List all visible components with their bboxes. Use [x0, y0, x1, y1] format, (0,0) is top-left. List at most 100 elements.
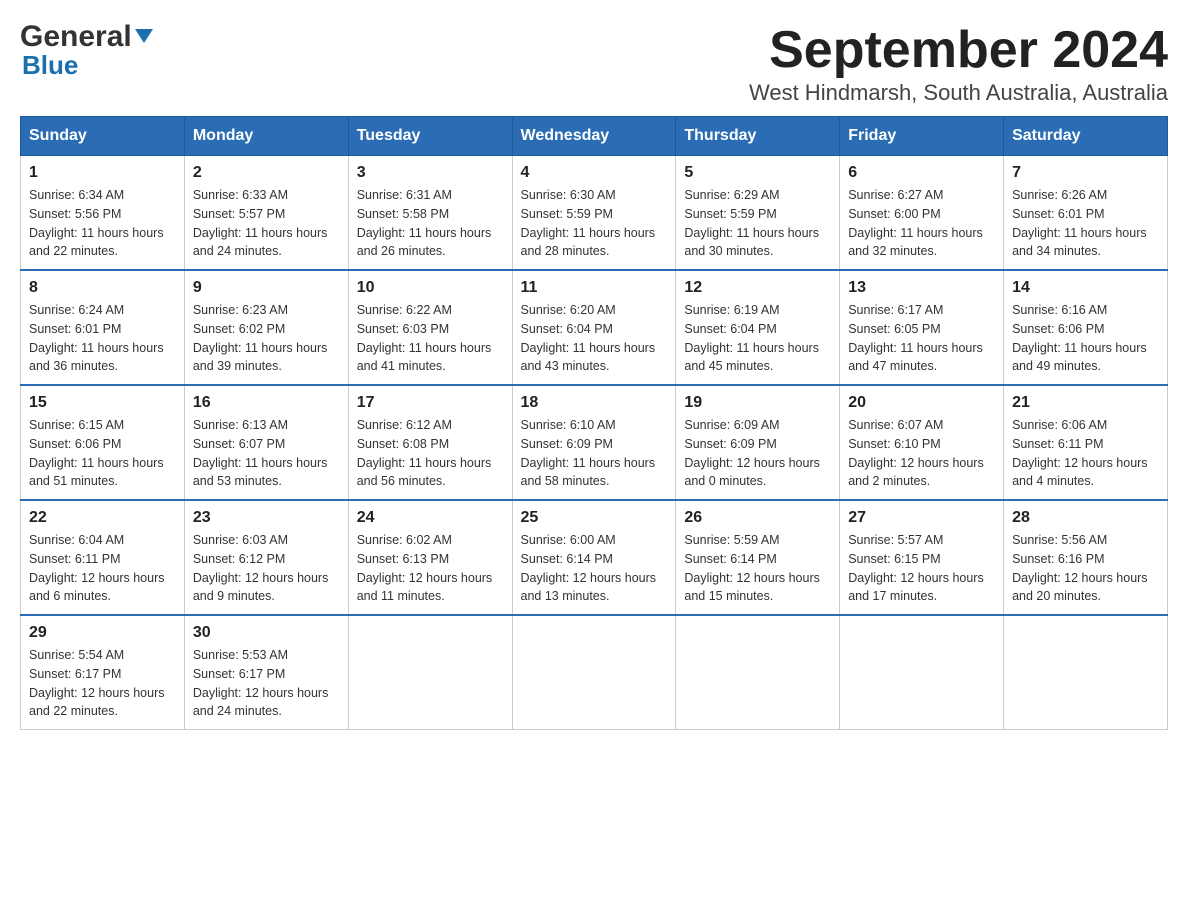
- calendar-week-row: 22 Sunrise: 6:04 AMSunset: 6:11 PMDaylig…: [21, 500, 1168, 615]
- day-number: 9: [193, 279, 340, 297]
- day-number: 4: [521, 164, 668, 182]
- day-number: 2: [193, 164, 340, 182]
- day-info: Sunrise: 6:03 AMSunset: 6:12 PMDaylight:…: [193, 531, 340, 606]
- day-info: Sunrise: 6:12 AMSunset: 6:08 PMDaylight:…: [357, 416, 504, 491]
- day-info: Sunrise: 5:57 AMSunset: 6:15 PMDaylight:…: [848, 531, 995, 606]
- calendar-cell: 15 Sunrise: 6:15 AMSunset: 6:06 PMDaylig…: [21, 385, 185, 500]
- day-number: 7: [1012, 164, 1159, 182]
- calendar-cell: 13 Sunrise: 6:17 AMSunset: 6:05 PMDaylig…: [840, 270, 1004, 385]
- calendar-cell: 16 Sunrise: 6:13 AMSunset: 6:07 PMDaylig…: [184, 385, 348, 500]
- calendar-cell: 10 Sunrise: 6:22 AMSunset: 6:03 PMDaylig…: [348, 270, 512, 385]
- day-info: Sunrise: 6:04 AMSunset: 6:11 PMDaylight:…: [29, 531, 176, 606]
- day-info: Sunrise: 6:07 AMSunset: 6:10 PMDaylight:…: [848, 416, 995, 491]
- logo-arrow-icon: [135, 29, 153, 43]
- calendar-cell: 3 Sunrise: 6:31 AMSunset: 5:58 PMDayligh…: [348, 156, 512, 271]
- day-info: Sunrise: 6:27 AMSunset: 6:00 PMDaylight:…: [848, 186, 995, 261]
- weekday-header-thursday: Thursday: [676, 117, 840, 156]
- calendar-cell: 22 Sunrise: 6:04 AMSunset: 6:11 PMDaylig…: [21, 500, 185, 615]
- day-number: 3: [357, 164, 504, 182]
- calendar-cell: 12 Sunrise: 6:19 AMSunset: 6:04 PMDaylig…: [676, 270, 840, 385]
- calendar-cell: 6 Sunrise: 6:27 AMSunset: 6:00 PMDayligh…: [840, 156, 1004, 271]
- logo-text-general: General: [20, 20, 132, 54]
- day-number: 15: [29, 394, 176, 412]
- calendar-cell: 26 Sunrise: 5:59 AMSunset: 6:14 PMDaylig…: [676, 500, 840, 615]
- weekday-header-friday: Friday: [840, 117, 1004, 156]
- day-info: Sunrise: 6:15 AMSunset: 6:06 PMDaylight:…: [29, 416, 176, 491]
- day-info: Sunrise: 6:23 AMSunset: 6:02 PMDaylight:…: [193, 301, 340, 376]
- weekday-header-monday: Monday: [184, 117, 348, 156]
- day-info: Sunrise: 6:02 AMSunset: 6:13 PMDaylight:…: [357, 531, 504, 606]
- calendar-cell: [840, 615, 1004, 730]
- weekday-header-wednesday: Wednesday: [512, 117, 676, 156]
- day-number: 14: [1012, 279, 1159, 297]
- day-info: Sunrise: 6:13 AMSunset: 6:07 PMDaylight:…: [193, 416, 340, 491]
- day-number: 23: [193, 509, 340, 527]
- day-info: Sunrise: 6:26 AMSunset: 6:01 PMDaylight:…: [1012, 186, 1159, 261]
- day-number: 26: [684, 509, 831, 527]
- calendar-cell: 19 Sunrise: 6:09 AMSunset: 6:09 PMDaylig…: [676, 385, 840, 500]
- weekday-header-sunday: Sunday: [21, 117, 185, 156]
- calendar-week-row: 8 Sunrise: 6:24 AMSunset: 6:01 PMDayligh…: [21, 270, 1168, 385]
- day-number: 29: [29, 624, 176, 642]
- calendar-cell: 18 Sunrise: 6:10 AMSunset: 6:09 PMDaylig…: [512, 385, 676, 500]
- calendar-subtitle: West Hindmarsh, South Australia, Austral…: [749, 80, 1168, 106]
- calendar-cell: 30 Sunrise: 5:53 AMSunset: 6:17 PMDaylig…: [184, 615, 348, 730]
- day-info: Sunrise: 6:31 AMSunset: 5:58 PMDaylight:…: [357, 186, 504, 261]
- calendar-cell: 4 Sunrise: 6:30 AMSunset: 5:59 PMDayligh…: [512, 156, 676, 271]
- calendar-week-row: 1 Sunrise: 6:34 AMSunset: 5:56 PMDayligh…: [21, 156, 1168, 271]
- logo: General Blue: [20, 20, 153, 81]
- day-info: Sunrise: 6:09 AMSunset: 6:09 PMDaylight:…: [684, 416, 831, 491]
- calendar-cell: 17 Sunrise: 6:12 AMSunset: 6:08 PMDaylig…: [348, 385, 512, 500]
- day-number: 6: [848, 164, 995, 182]
- day-info: Sunrise: 5:54 AMSunset: 6:17 PMDaylight:…: [29, 646, 176, 721]
- day-info: Sunrise: 5:56 AMSunset: 6:16 PMDaylight:…: [1012, 531, 1159, 606]
- day-info: Sunrise: 6:33 AMSunset: 5:57 PMDaylight:…: [193, 186, 340, 261]
- day-number: 11: [521, 279, 668, 297]
- day-info: Sunrise: 6:10 AMSunset: 6:09 PMDaylight:…: [521, 416, 668, 491]
- day-number: 20: [848, 394, 995, 412]
- calendar-cell: 20 Sunrise: 6:07 AMSunset: 6:10 PMDaylig…: [840, 385, 1004, 500]
- day-number: 13: [848, 279, 995, 297]
- calendar-cell: [676, 615, 840, 730]
- day-info: Sunrise: 6:06 AMSunset: 6:11 PMDaylight:…: [1012, 416, 1159, 491]
- calendar-cell: 8 Sunrise: 6:24 AMSunset: 6:01 PMDayligh…: [21, 270, 185, 385]
- calendar-cell: 2 Sunrise: 6:33 AMSunset: 5:57 PMDayligh…: [184, 156, 348, 271]
- weekday-header-tuesday: Tuesday: [348, 117, 512, 156]
- calendar-cell: [1004, 615, 1168, 730]
- day-number: 30: [193, 624, 340, 642]
- calendar-title: September 2024: [749, 20, 1168, 80]
- day-info: Sunrise: 6:17 AMSunset: 6:05 PMDaylight:…: [848, 301, 995, 376]
- logo-text-blue: Blue: [22, 50, 78, 81]
- calendar-cell: 1 Sunrise: 6:34 AMSunset: 5:56 PMDayligh…: [21, 156, 185, 271]
- calendar-cell: 29 Sunrise: 5:54 AMSunset: 6:17 PMDaylig…: [21, 615, 185, 730]
- calendar-cell: 11 Sunrise: 6:20 AMSunset: 6:04 PMDaylig…: [512, 270, 676, 385]
- day-number: 10: [357, 279, 504, 297]
- title-block: September 2024 West Hindmarsh, South Aus…: [749, 20, 1168, 106]
- day-number: 12: [684, 279, 831, 297]
- day-number: 28: [1012, 509, 1159, 527]
- calendar-cell: 24 Sunrise: 6:02 AMSunset: 6:13 PMDaylig…: [348, 500, 512, 615]
- day-number: 18: [521, 394, 668, 412]
- calendar-cell: 21 Sunrise: 6:06 AMSunset: 6:11 PMDaylig…: [1004, 385, 1168, 500]
- day-info: Sunrise: 6:29 AMSunset: 5:59 PMDaylight:…: [684, 186, 831, 261]
- day-number: 8: [29, 279, 176, 297]
- day-info: Sunrise: 6:19 AMSunset: 6:04 PMDaylight:…: [684, 301, 831, 376]
- calendar-cell: 23 Sunrise: 6:03 AMSunset: 6:12 PMDaylig…: [184, 500, 348, 615]
- calendar-week-row: 29 Sunrise: 5:54 AMSunset: 6:17 PMDaylig…: [21, 615, 1168, 730]
- day-info: Sunrise: 5:53 AMSunset: 6:17 PMDaylight:…: [193, 646, 340, 721]
- day-number: 1: [29, 164, 176, 182]
- calendar-cell: 5 Sunrise: 6:29 AMSunset: 5:59 PMDayligh…: [676, 156, 840, 271]
- day-info: Sunrise: 6:00 AMSunset: 6:14 PMDaylight:…: [521, 531, 668, 606]
- calendar-cell: 9 Sunrise: 6:23 AMSunset: 6:02 PMDayligh…: [184, 270, 348, 385]
- calendar-cell: 25 Sunrise: 6:00 AMSunset: 6:14 PMDaylig…: [512, 500, 676, 615]
- calendar-cell: 14 Sunrise: 6:16 AMSunset: 6:06 PMDaylig…: [1004, 270, 1168, 385]
- calendar-cell: [512, 615, 676, 730]
- weekday-header-saturday: Saturday: [1004, 117, 1168, 156]
- day-number: 27: [848, 509, 995, 527]
- calendar-cell: 28 Sunrise: 5:56 AMSunset: 6:16 PMDaylig…: [1004, 500, 1168, 615]
- day-number: 5: [684, 164, 831, 182]
- day-info: Sunrise: 6:22 AMSunset: 6:03 PMDaylight:…: [357, 301, 504, 376]
- day-number: 16: [193, 394, 340, 412]
- day-number: 21: [1012, 394, 1159, 412]
- weekday-header-row: SundayMondayTuesdayWednesdayThursdayFrid…: [21, 117, 1168, 156]
